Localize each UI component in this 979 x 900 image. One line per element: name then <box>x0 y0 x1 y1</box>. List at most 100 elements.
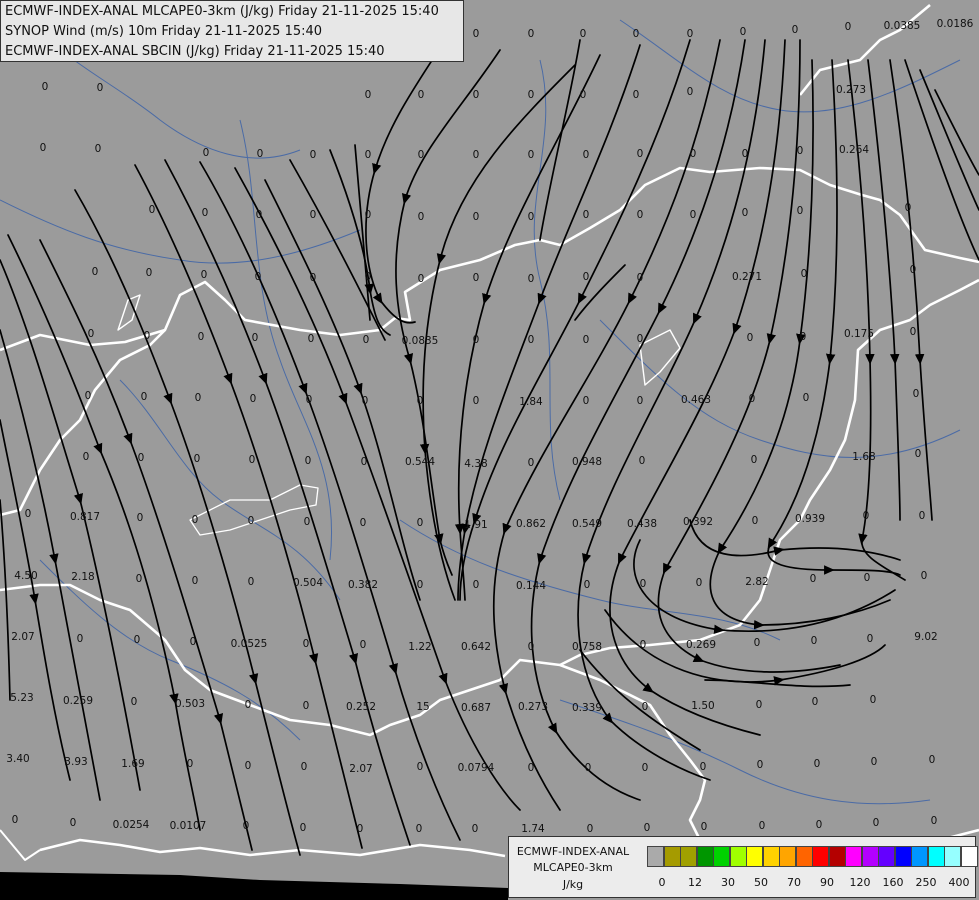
map-value-label: 0 <box>797 205 804 217</box>
map-value-label: 0 <box>905 202 912 214</box>
map-value-label: 0 <box>308 333 315 345</box>
map-value-label: 0 <box>752 515 759 527</box>
map-value-label: 0 <box>357 823 364 835</box>
map-value-label: 0 <box>921 570 928 582</box>
map-value-label: 9.02 <box>914 631 937 643</box>
map-value-label: 0 <box>863 510 870 522</box>
map-value-label: 1.91 <box>464 519 487 531</box>
map-value-label: 0 <box>248 515 255 527</box>
map-value-label: 0 <box>250 393 257 405</box>
map-value-label: 0 <box>690 209 697 221</box>
map-value-label: 0 <box>751 454 758 466</box>
map-value-label: 0 <box>83 451 90 463</box>
legend-tick-label: 12 <box>688 876 702 889</box>
map-value-label: 0 <box>810 573 817 585</box>
map-value-label: 0.503 <box>175 698 205 710</box>
map-value-label: 5.23 <box>10 692 33 704</box>
map-value-label: 0 <box>202 207 209 219</box>
map-value-label: 0.271 <box>732 271 762 283</box>
map-value-label: 0.0385 <box>884 20 921 32</box>
map-value-label: 0 <box>144 330 151 342</box>
map-value-label: 0 <box>811 635 818 647</box>
map-value-label: 0 <box>528 28 535 40</box>
map-value-label: 0.438 <box>627 518 657 530</box>
map-value-label: 0 <box>747 332 754 344</box>
map-value-label: 0 <box>12 814 19 826</box>
map-value-label: 0 <box>417 761 424 773</box>
map-value-label: 0 <box>248 576 255 588</box>
map-value-label: 0 <box>187 758 194 770</box>
map-value-label: 0 <box>360 639 367 651</box>
map-value-label: 2.07 <box>349 763 372 775</box>
map-value-label: 0.948 <box>572 456 602 468</box>
map-value-label: 0 <box>637 395 644 407</box>
map-value-label: 0 <box>134 634 141 646</box>
map-value-label: 0.0794 <box>458 762 495 774</box>
legend-swatch <box>944 846 961 867</box>
map-value-label: 0 <box>583 334 590 346</box>
map-value-label: 0 <box>252 332 259 344</box>
map-value-label: 0 <box>418 89 425 101</box>
legend-tick-label: 250 <box>915 876 937 889</box>
map-value-label: 0 <box>528 89 535 101</box>
legend-swatch <box>663 846 681 867</box>
map-value-label: 0 <box>929 754 936 766</box>
map-value-label: 0.463 <box>681 394 711 406</box>
map-value-label: 0 <box>473 395 480 407</box>
map-value-label: 0 <box>528 273 535 285</box>
map-value-label: 0 <box>203 147 210 159</box>
map-value-label: 0.817 <box>70 511 100 523</box>
map-value-label: 0 <box>473 579 480 591</box>
map-value-label: 0 <box>310 149 317 161</box>
map-value-label: 0 <box>88 328 95 340</box>
map-value-label: 0 <box>137 512 144 524</box>
map-value-label: 0 <box>141 391 148 403</box>
map-value-label: 0 <box>528 149 535 161</box>
map-value-label: 0.504 <box>293 577 323 589</box>
map-value-label: 0 <box>910 264 917 276</box>
map-value-label: 0 <box>754 637 761 649</box>
map-value-label: 2.18 <box>71 571 94 583</box>
map-value-label: 0 <box>363 334 370 346</box>
title-line-sbcin: ECMWF-INDEX-ANAL SBCIN (J/kg) Friday 21-… <box>5 44 385 59</box>
map-value-label: 0 <box>528 334 535 346</box>
map-value-label: 0.269 <box>686 639 716 651</box>
map-value-label: 0.175 <box>844 328 874 340</box>
title-line-mlcape: ECMWF-INDEX-ANAL MLCAPE0-3km (J/kg) Frid… <box>5 4 439 19</box>
map-value-label: 0 <box>584 579 591 591</box>
map-value-label: 0.339 <box>572 702 602 714</box>
legend-swatch <box>861 846 879 867</box>
map-value-label: 0 <box>417 517 424 529</box>
map-value-label: 0 <box>801 268 808 280</box>
legend-tick-label: 50 <box>754 876 768 889</box>
map-value-label: 0 <box>642 701 649 713</box>
map-value-label: 0 <box>583 209 590 221</box>
map-value-label: 0 <box>473 272 480 284</box>
map-value-label: 0.862 <box>516 518 546 530</box>
map-value-label: 0 <box>690 148 697 160</box>
map-value-label: 0 <box>583 271 590 283</box>
map-value-label: 0 <box>580 89 587 101</box>
map-value-label: 0.544 <box>405 456 435 468</box>
legend-swatch <box>680 846 697 867</box>
legend-swatch <box>746 846 763 867</box>
map-value-label: 0 <box>192 514 199 526</box>
color-legend: ECMWF-INDEX-ANAL MLCAPE0-3km J/kg 0 12 30 5… <box>508 836 978 898</box>
legend-swatch <box>911 846 928 867</box>
map-value-label: 1.84 <box>519 396 543 408</box>
map-value-label: 0 <box>306 394 313 406</box>
legend-swatch <box>812 846 829 867</box>
map-value-label: 1.74 <box>521 823 545 835</box>
map-value-label: 0 <box>473 149 480 161</box>
legend-tick-label: 160 <box>882 876 904 889</box>
map-value-label: 0 <box>85 390 92 402</box>
map-value-label: 0 <box>803 392 810 404</box>
legend-swatch <box>927 846 945 867</box>
map-value-label: 0 <box>138 452 145 464</box>
map-value-label: 0 <box>800 331 807 343</box>
map-value-label: 0 <box>742 148 749 160</box>
map-value-label: 0 <box>633 89 640 101</box>
legend-swatch <box>647 846 664 867</box>
map-value-label: 0.939 <box>795 513 825 525</box>
map-value-label: 0 <box>136 573 143 585</box>
